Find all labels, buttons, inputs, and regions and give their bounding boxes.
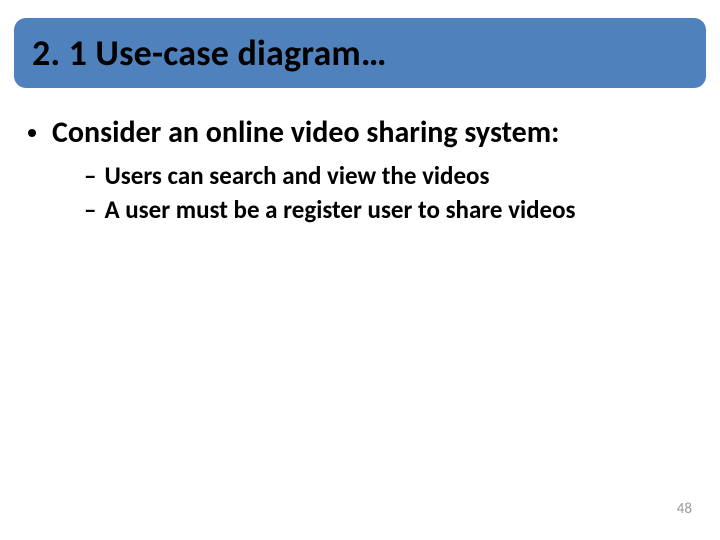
page-number: 48 <box>677 500 692 518</box>
bullet-dash-icon: – <box>84 160 96 193</box>
bullet-level1: Consider an online video sharing system: <box>28 114 692 152</box>
bullet-level2-text: Users can search and view the videos <box>104 160 489 193</box>
bullet-level2: – A user must be a register user to shar… <box>84 194 692 227</box>
slide-body: Consider an online video sharing system:… <box>28 108 692 227</box>
bullet-dot-icon <box>28 129 36 137</box>
slide-title: 2. 1 Use-case diagram… <box>32 31 387 75</box>
bullet-level2-text: A user must be a register user to share … <box>104 194 575 227</box>
bullet-dash-icon: – <box>84 194 96 227</box>
slide-title-bar: 2. 1 Use-case diagram… <box>14 18 706 88</box>
bullet-level2: – Users can search and view the videos <box>84 160 692 193</box>
bullet-level1-text: Consider an online video sharing system: <box>52 114 559 152</box>
